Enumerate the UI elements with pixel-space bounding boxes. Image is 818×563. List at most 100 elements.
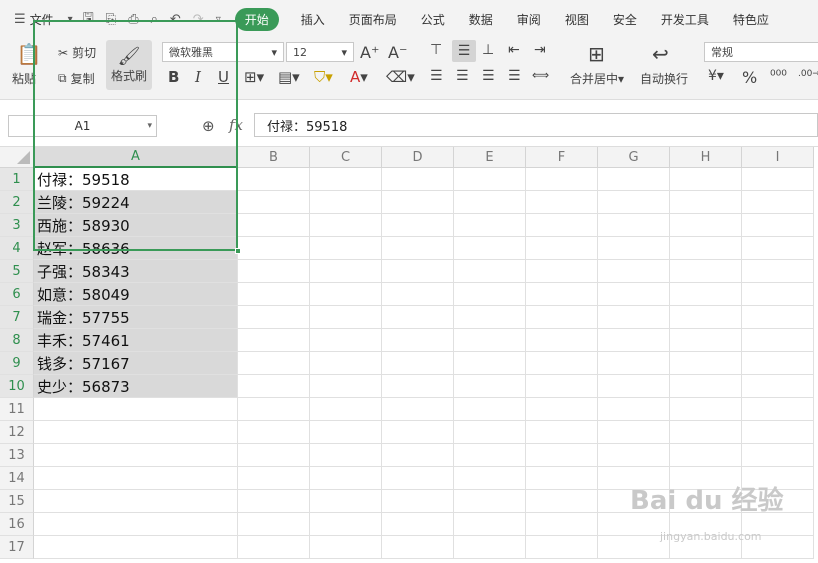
empty-cell[interactable] (238, 536, 310, 559)
hamburger-menu-icon[interactable]: ☰ (14, 12, 26, 27)
align-right-icon[interactable]: ☰ (482, 68, 495, 84)
format-painter-button[interactable]: 🖌 格式刷 (106, 40, 152, 90)
column-header-f[interactable]: F (526, 147, 598, 168)
row-header[interactable]: 6 (0, 283, 34, 306)
empty-cell[interactable] (310, 168, 382, 191)
empty-cell[interactable] (310, 444, 382, 467)
empty-cell[interactable] (526, 168, 598, 191)
empty-cell[interactable] (670, 191, 742, 214)
cut-button[interactable]: ✂ 剪切 (58, 44, 96, 61)
empty-cell[interactable] (382, 398, 454, 421)
font-shrink-button[interactable]: A⁻ (388, 43, 407, 62)
empty-cell[interactable] (598, 352, 670, 375)
empty-cell[interactable] (670, 260, 742, 283)
empty-cell[interactable] (598, 306, 670, 329)
empty-cell[interactable] (238, 513, 310, 536)
row-header[interactable]: 10 (0, 375, 34, 398)
print-icon[interactable]: ⎙ (128, 12, 138, 27)
tab-data[interactable]: 数据 (469, 11, 493, 28)
row-header[interactable]: 11 (0, 398, 34, 421)
tab-special[interactable]: 特色应 (733, 11, 769, 28)
empty-cell[interactable] (454, 444, 526, 467)
increase-indent-icon[interactable]: ⇥ (534, 42, 546, 58)
data-cell[interactable]: 兰陵：59224 (34, 191, 238, 214)
empty-cell[interactable] (670, 375, 742, 398)
empty-cell[interactable] (382, 260, 454, 283)
empty-cell[interactable] (382, 306, 454, 329)
empty-cell[interactable] (238, 260, 310, 283)
font-name-select[interactable]: 微软雅黑 ▾ (162, 42, 284, 62)
row-header[interactable]: 2 (0, 191, 34, 214)
row-header[interactable]: 5 (0, 260, 34, 283)
empty-cell[interactable] (382, 329, 454, 352)
row-header[interactable]: 16 (0, 513, 34, 536)
empty-cell[interactable] (238, 168, 310, 191)
empty-cell[interactable] (742, 421, 814, 444)
copy-button[interactable]: ⧉ 复制 (58, 70, 95, 87)
file-menu[interactable]: 文件 (30, 11, 54, 28)
empty-cell[interactable] (742, 168, 814, 191)
empty-cell[interactable] (382, 191, 454, 214)
empty-cell[interactable] (598, 329, 670, 352)
empty-cell[interactable] (382, 352, 454, 375)
wrap-text-icon[interactable]: ↩ (652, 42, 669, 66)
empty-cell[interactable] (238, 306, 310, 329)
empty-cell[interactable] (34, 536, 238, 559)
output-icon[interactable]: ⎘ (106, 12, 116, 27)
percent-button[interactable]: % (742, 68, 757, 87)
column-header-g[interactable]: G (598, 147, 670, 168)
fill-color-icon[interactable]: ⛉▾ (314, 68, 333, 86)
empty-cell[interactable] (382, 168, 454, 191)
empty-cell[interactable] (526, 375, 598, 398)
empty-cell[interactable] (310, 421, 382, 444)
empty-cell[interactable] (670, 421, 742, 444)
empty-cell[interactable] (670, 237, 742, 260)
empty-cell[interactable] (238, 237, 310, 260)
empty-cell[interactable] (742, 375, 814, 398)
empty-cell[interactable] (310, 237, 382, 260)
column-header-c[interactable]: C (310, 147, 382, 168)
tab-formulas[interactable]: 公式 (421, 11, 445, 28)
paste-button[interactable]: 粘贴 (12, 70, 36, 87)
empty-cell[interactable] (742, 444, 814, 467)
wrap-text-button[interactable]: 自动换行 (640, 70, 688, 87)
empty-cell[interactable] (670, 329, 742, 352)
empty-cell[interactable] (526, 329, 598, 352)
tab-home[interactable]: 开始 (234, 7, 279, 31)
function-button[interactable]: fx (229, 116, 243, 134)
empty-cell[interactable] (454, 260, 526, 283)
customize-toolbar-icon[interactable]: ▿ (216, 14, 221, 25)
empty-cell[interactable] (310, 375, 382, 398)
empty-cell[interactable] (526, 214, 598, 237)
empty-cell[interactable] (238, 444, 310, 467)
empty-cell[interactable] (34, 398, 238, 421)
empty-cell[interactable] (310, 283, 382, 306)
empty-cell[interactable] (742, 352, 814, 375)
empty-cell[interactable] (670, 444, 742, 467)
data-cell[interactable]: 丰禾：57461 (34, 329, 238, 352)
empty-cell[interactable] (310, 214, 382, 237)
column-header-e[interactable]: E (454, 147, 526, 168)
empty-cell[interactable] (670, 352, 742, 375)
justify-icon[interactable]: ☰ (508, 68, 521, 84)
empty-cell[interactable] (34, 513, 238, 536)
empty-cell[interactable] (238, 375, 310, 398)
formula-input[interactable]: 付禄：59518 (254, 113, 818, 137)
empty-cell[interactable] (382, 490, 454, 513)
empty-cell[interactable] (598, 398, 670, 421)
empty-cell[interactable] (454, 283, 526, 306)
empty-cell[interactable] (742, 398, 814, 421)
empty-cell[interactable] (526, 421, 598, 444)
tab-insert[interactable]: 插入 (301, 11, 325, 28)
column-header-h[interactable]: H (670, 147, 742, 168)
chevron-down-icon[interactable]: ▾ (68, 14, 73, 25)
empty-cell[interactable] (454, 237, 526, 260)
empty-cell[interactable] (526, 237, 598, 260)
empty-cell[interactable] (454, 329, 526, 352)
row-header[interactable]: 4 (0, 237, 34, 260)
empty-cell[interactable] (526, 283, 598, 306)
number-format-select[interactable]: 常规 (704, 42, 818, 62)
empty-cell[interactable] (526, 467, 598, 490)
row-header[interactable]: 13 (0, 444, 34, 467)
empty-cell[interactable] (454, 536, 526, 559)
